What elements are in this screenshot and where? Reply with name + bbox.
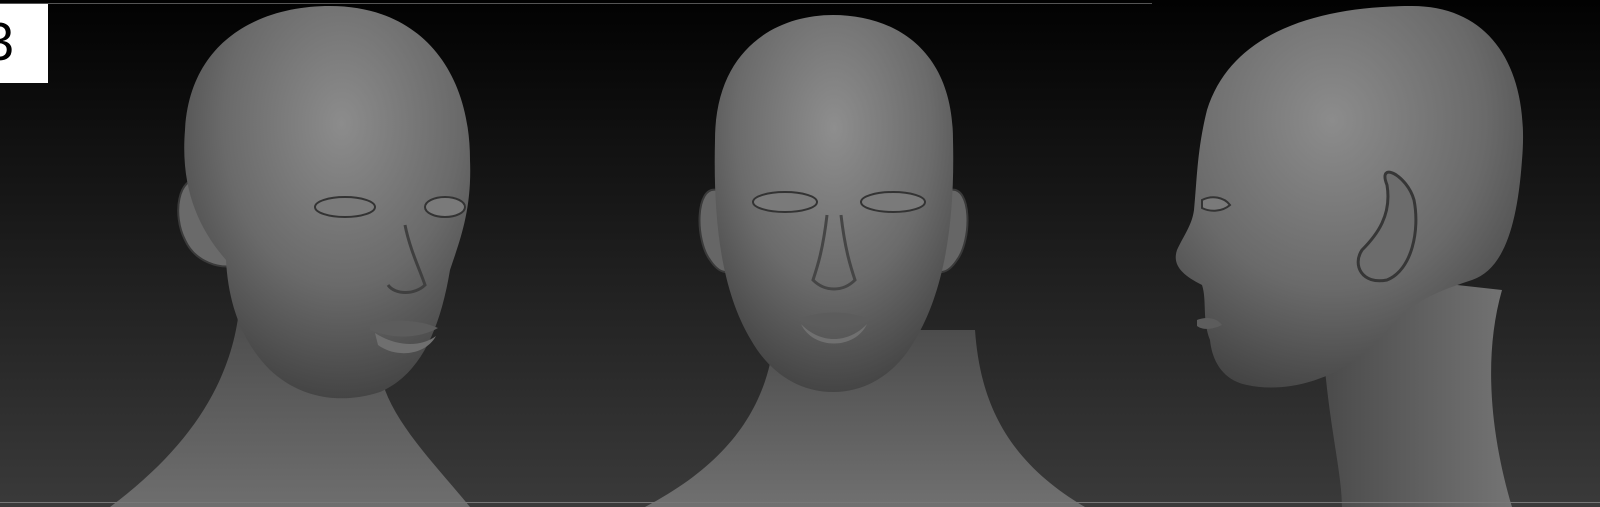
three-quarter-view-panel: 3 [0,0,605,507]
front-head-render [645,15,1085,507]
profile-head-render [1175,6,1524,507]
left-eye [314,196,376,218]
front-view-panel [605,0,1152,507]
left-eye [752,191,818,213]
right-eye [860,191,926,213]
frame-bottom-line [0,502,605,503]
panel-label: 3 [0,4,48,83]
frame-bottom-line [605,502,1152,503]
three-quarter-head-render [110,6,471,507]
profile-view-panel [1152,0,1600,507]
panel-label-text: 3 [0,12,14,72]
right-eye [424,196,466,218]
frame-bottom-line [1152,502,1600,503]
